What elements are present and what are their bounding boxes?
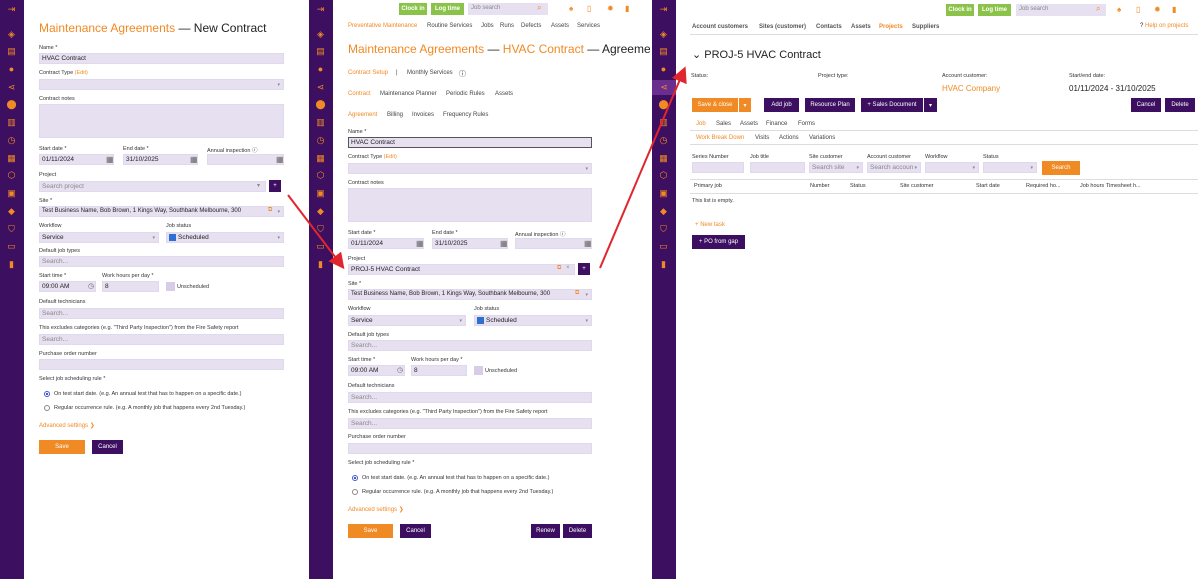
annotation-arrows bbox=[287, 66, 687, 270]
arrow-project-to-agreement bbox=[287, 194, 345, 270]
arrow-agreement-to-project bbox=[599, 66, 687, 269]
